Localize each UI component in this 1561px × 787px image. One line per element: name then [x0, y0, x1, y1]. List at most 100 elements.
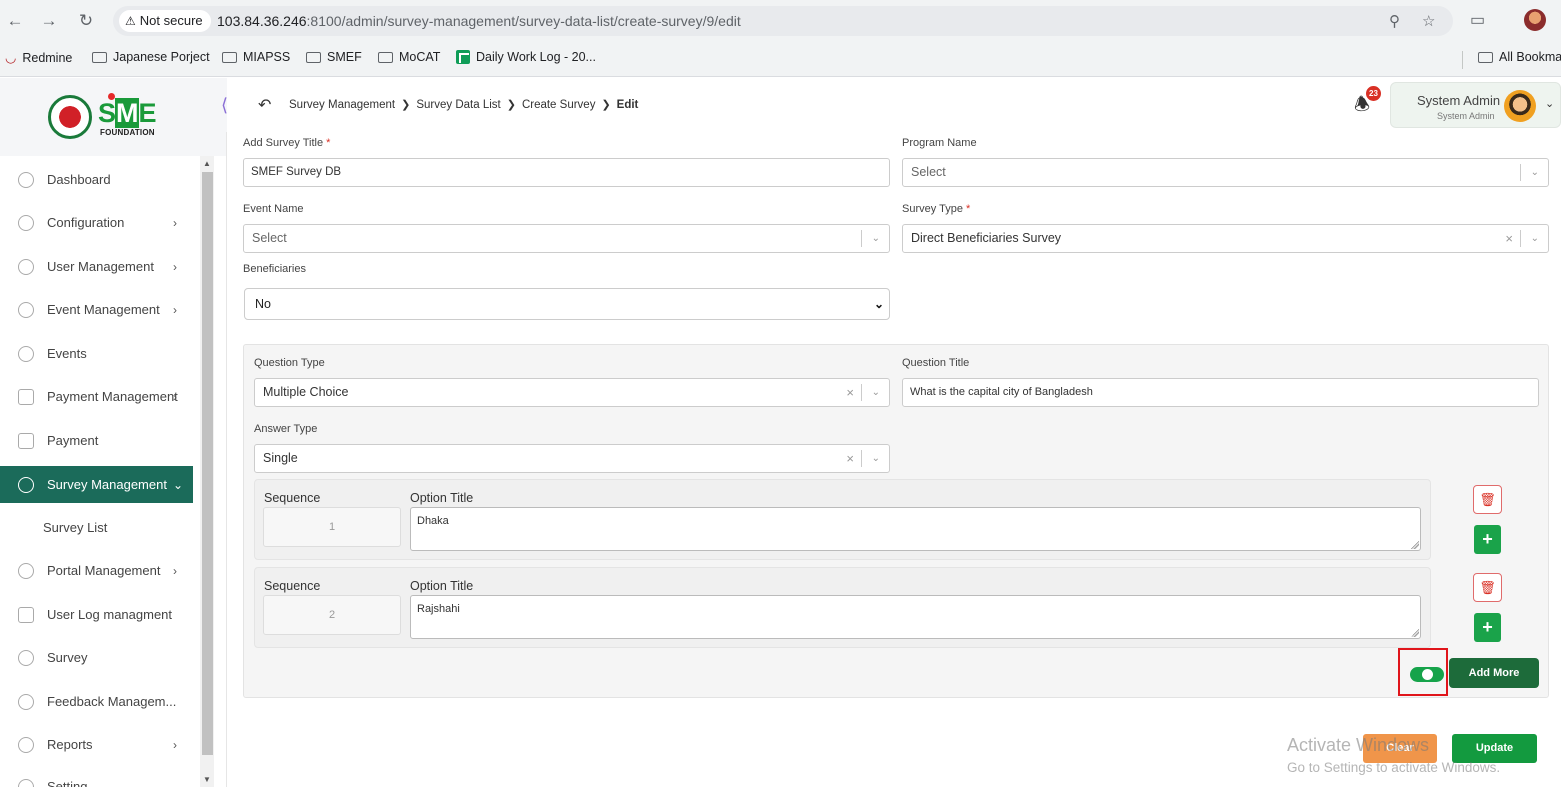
lock-icon: [18, 301, 34, 318]
chevron-right-icon: ❯: [601, 99, 611, 111]
clear-x-icon[interactable]: ×: [846, 379, 854, 406]
program-name-select[interactable]: Select ⌄: [902, 158, 1549, 187]
user-name: System Admin: [1417, 93, 1501, 108]
breadcrumb-survey-management[interactable]: Survey Management: [289, 99, 395, 111]
sidebar-item-feedback[interactable]: Feedback Managem...: [0, 683, 193, 720]
sidebar-item-user-management[interactable]: User Management ›: [0, 248, 193, 285]
collapse-sidebar-icon[interactable]: ⟨: [221, 95, 228, 116]
select-divider: [1520, 164, 1521, 181]
scroll-up-icon[interactable]: ▲: [203, 159, 211, 168]
select-divider: [861, 230, 862, 247]
question-title-input[interactable]: What is the capital city of Bangladesh: [902, 378, 1539, 407]
sidebar-item-events[interactable]: Events: [0, 335, 193, 372]
government-seal-logo: [48, 95, 92, 139]
option-title-textarea[interactable]: Dhaka: [410, 507, 1421, 551]
notification-badge: 23: [1366, 86, 1381, 101]
sidebar-scroll-thumb[interactable]: [202, 172, 213, 755]
undo-back-icon[interactable]: ↶: [258, 95, 271, 115]
bookmark-smef[interactable]: SMEF: [306, 50, 362, 64]
event-name-select[interactable]: Select ⌄: [243, 224, 890, 253]
sidebar-item-reports[interactable]: Reports ›: [0, 726, 193, 763]
chevron-right-icon: ›: [173, 389, 177, 404]
resize-handle-icon[interactable]: [1411, 541, 1419, 549]
back-arrow-icon[interactable]: ←: [4, 10, 26, 32]
update-button[interactable]: Update: [1452, 734, 1537, 763]
select-divider: [861, 384, 862, 401]
question-toggle-switch[interactable]: [1410, 667, 1444, 682]
bookmark-redmine[interactable]: ◡ Redmine: [5, 50, 72, 66]
chevron-right-icon: ❯: [506, 99, 516, 111]
delete-option-button[interactable]: 🗑: [1473, 485, 1502, 514]
sidebar-item-payment[interactable]: Payment: [0, 422, 193, 459]
zoom-icon[interactable]: ⚲: [1389, 12, 1400, 30]
url-text[interactable]: 103.84.36.246:8100/admin/survey-manageme…: [217, 13, 741, 29]
clear-x-icon[interactable]: ×: [846, 445, 854, 472]
chevron-right-icon: ›: [173, 563, 177, 578]
select-divider: [1520, 230, 1521, 247]
sidebar-subitem-survey-list[interactable]: Survey List: [43, 520, 107, 535]
reload-icon[interactable]: ↻: [75, 10, 97, 32]
money-icon: [18, 388, 34, 405]
clear-x-icon[interactable]: ×: [1505, 225, 1513, 252]
chevron-down-icon: ⌄: [873, 297, 884, 311]
profile-avatar[interactable]: [1524, 9, 1546, 31]
answer-type-select[interactable]: Single × ⌄: [254, 444, 890, 473]
sequence-field: 2: [263, 595, 401, 635]
delete-option-button[interactable]: 🗑: [1473, 573, 1502, 602]
sme-logo[interactable]: SME: [98, 98, 157, 128]
folder-icon: [1478, 51, 1493, 63]
survey-type-label: Survey Type *: [902, 203, 971, 215]
dashboard-icon: [18, 171, 34, 188]
breadcrumb-survey-data-list[interactable]: Survey Data List: [416, 99, 500, 111]
breadcrumb: Survey Management ❯ Survey Data List ❯ Cre…: [289, 98, 638, 112]
chevron-down-icon: ⌄: [871, 387, 880, 398]
add-option-button[interactable]: +: [1474, 525, 1501, 554]
add-more-button[interactable]: Add More: [1449, 658, 1539, 688]
select-divider: [861, 450, 862, 467]
add-option-button[interactable]: +: [1474, 613, 1501, 642]
folder-icon: [306, 51, 321, 63]
forward-arrow-icon[interactable]: →: [38, 10, 60, 32]
toggle-knob: [1422, 669, 1433, 680]
sidebar-item-portal-management[interactable]: Portal Management ›: [0, 552, 193, 589]
sequence-label: Sequence: [264, 579, 321, 593]
sheets-icon: [456, 50, 470, 64]
sidebar-item-payment-management[interactable]: Payment Management ›: [0, 378, 193, 415]
beneficiaries-select[interactable]: No ⌄: [244, 288, 890, 320]
sidebar-item-survey[interactable]: Survey: [0, 639, 193, 676]
sidebar-item-survey-management[interactable]: Survey Management ⌄: [0, 466, 193, 503]
user-shield-icon: [18, 258, 34, 275]
bookmarks-bar: ◡ Redmine Japanese Porject MIAPSS SMEF Mo…: [0, 42, 1561, 77]
lock-icon: [18, 562, 34, 579]
survey-type-select[interactable]: Direct Beneficiaries Survey × ⌄: [902, 224, 1549, 253]
sidebar-item-event-management[interactable]: Event Management ›: [0, 291, 193, 328]
user-menu[interactable]: System Admin System Admin ⌄: [1390, 82, 1561, 128]
question-type-select[interactable]: Multiple Choice × ⌄: [254, 378, 890, 407]
content-divider: [226, 132, 227, 787]
bookmark-daily-work-log[interactable]: Daily Work Log - 20...: [456, 50, 596, 64]
scroll-down-icon[interactable]: ▼: [203, 775, 211, 784]
gear-icon: [18, 214, 34, 231]
security-chip[interactable]: ⚠ Not secure: [119, 10, 211, 32]
breadcrumb-create-survey[interactable]: Create Survey: [522, 99, 596, 111]
star-icon[interactable]: ☆: [1422, 12, 1435, 30]
sidebar-item-setting[interactable]: Setting: [0, 770, 193, 787]
option-title-textarea[interactable]: Rajshahi: [410, 595, 1421, 639]
bookmark-all[interactable]: All Bookma: [1478, 50, 1561, 64]
option-title-label: Option Title: [410, 579, 474, 593]
bookmark-miapss[interactable]: MIAPSS: [222, 50, 290, 64]
activation-watermark-title: Activate Windows: [1287, 735, 1430, 755]
resize-handle-icon[interactable]: [1411, 629, 1419, 637]
bookmark-japanese-porject[interactable]: Japanese Porject: [92, 50, 210, 64]
extensions-icon[interactable]: ▭: [1470, 10, 1485, 30]
chevron-right-icon: ›: [173, 215, 177, 230]
address-bar[interactable]: ⚠ Not secure 103.84.36.246:8100/admin/sur…: [113, 6, 1453, 36]
program-name-label: Program Name: [902, 137, 977, 149]
sidebar-item-configuration[interactable]: Configuration ›: [0, 204, 193, 241]
avatar: [1504, 90, 1536, 122]
bookmark-mocat[interactable]: MoCAT: [378, 50, 440, 64]
folder-icon: [92, 51, 107, 63]
survey-title-input[interactable]: SMEF Survey DB: [243, 158, 890, 187]
sidebar-item-user-log[interactable]: User Log managment: [0, 596, 193, 633]
sidebar-item-dashboard[interactable]: Dashboard: [0, 161, 193, 198]
